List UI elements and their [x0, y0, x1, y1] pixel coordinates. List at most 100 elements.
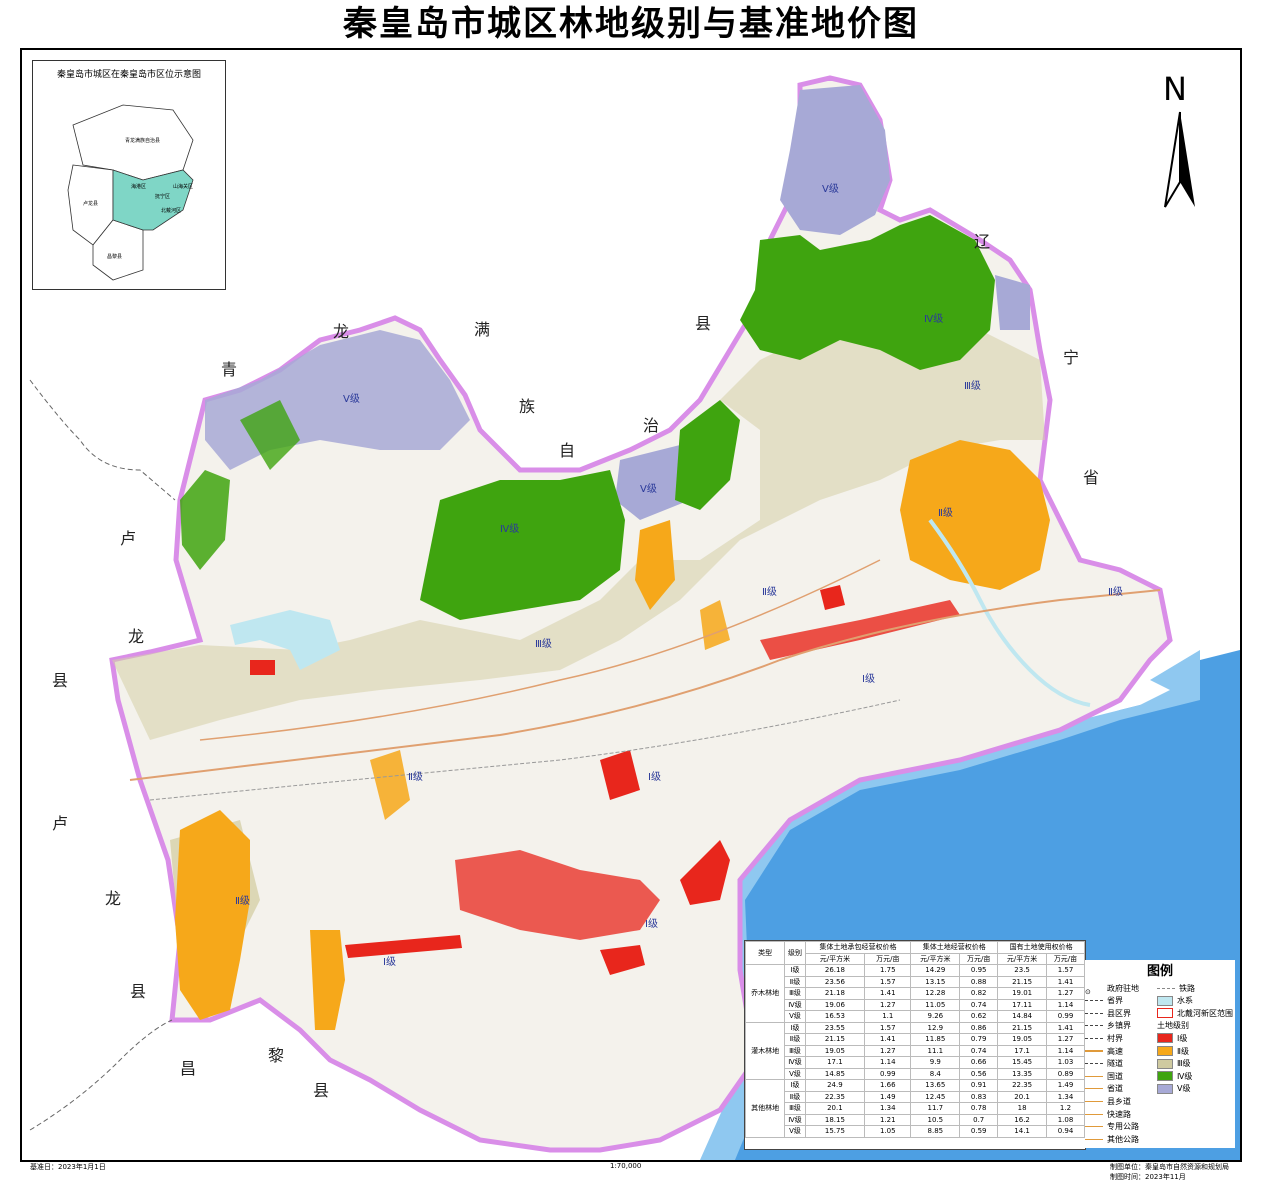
price-cell: 0.56 [959, 1067, 999, 1080]
legend-label: 乡镇界 [1107, 1021, 1131, 1031]
legend-label: Ⅲ级 [1177, 1059, 1191, 1069]
place-label: 昌 [180, 1059, 197, 1078]
grade-cell: Ⅲ级 [784, 987, 806, 1000]
place-label: 卢 [120, 529, 137, 548]
legend-label: 北戴河新区范围 [1177, 1008, 1233, 1018]
table-row: Ⅳ级 18.15 1.21 10.5 0.7 16.2 1.08 [746, 1113, 1085, 1126]
price-cell: 16.53 [804, 1010, 866, 1023]
legend-line-swatch [1085, 1088, 1103, 1090]
legend-item: 县乡道 [1085, 1095, 1131, 1107]
grade-label: Ⅰ级 [648, 772, 661, 783]
price-cell: 24.9 [804, 1079, 866, 1092]
price-cell: 1.2 [1046, 1102, 1085, 1115]
legend-swatch [1157, 1008, 1173, 1019]
price-cell: 11.85 [910, 1033, 961, 1046]
price-cell: 0.82 [959, 987, 999, 1000]
make-date: 制图时间：2023年11月 [1110, 1173, 1186, 1181]
price-cell: 13.65 [910, 1079, 961, 1092]
table-header: 国有土地使用权价格 [997, 941, 1085, 954]
price-cell: 18 [997, 1102, 1047, 1115]
price-cell: 9.26 [910, 1010, 961, 1023]
forest-type-cell: 乔木林地 [744, 964, 786, 1023]
price-cell: 19.05 [997, 1033, 1047, 1046]
legend-grade-header: 土地级别 [1157, 1021, 1189, 1031]
legend-item: 隧道 [1085, 1058, 1123, 1070]
legend-swatch [1157, 1058, 1173, 1069]
legend-label: Ⅱ级 [1177, 1046, 1189, 1056]
legend-grade-item: Ⅱ级 [1157, 1045, 1189, 1057]
price-cell: 0.66 [959, 1056, 999, 1069]
table-row: 其他林地 Ⅰ级 24.9 1.66 13.65 0.91 22.35 1.49 [744, 1079, 1085, 1138]
legend-swatch [1157, 1033, 1173, 1044]
legend-label: 省道 [1107, 1084, 1123, 1094]
inset-label: 海港区 [131, 183, 146, 190]
legend-line-swatch [1085, 1037, 1103, 1039]
table-row: Ⅱ级 21.15 1.41 11.85 0.79 19.05 1.27 [746, 1033, 1085, 1046]
legend-item: 省界 [1085, 995, 1123, 1007]
legend-grade-item: Ⅲ级 [1157, 1058, 1191, 1070]
legend: 图例 ⊙ 政府驻地 省界 县区界 乡镇界 村界 高速 隧道 国道 省道 县乡道 快速路 专用公路 其他公路… [1085, 960, 1235, 1148]
legend-line-swatch [1085, 1138, 1103, 1140]
table-row: Ⅴ级 16.53 1.1 9.26 0.62 14.84 0.99 [746, 1010, 1085, 1023]
legend-swatch [1157, 995, 1173, 1006]
legend-item: 乡镇界 [1085, 1020, 1131, 1032]
price-cell: 0.91 [959, 1079, 999, 1092]
province-boundary [29, 379, 176, 501]
place-label: 满 [474, 320, 491, 339]
grade-cell: Ⅲ级 [784, 1102, 806, 1115]
legend-label: 专用公路 [1107, 1122, 1139, 1132]
table-row: Ⅴ级 15.75 1.05 8.85 0.59 14.1 0.94 [746, 1125, 1085, 1138]
price-cell: 13.15 [910, 975, 961, 988]
price-cell: 12.9 [910, 1021, 961, 1034]
place-label: 黎 [268, 1046, 285, 1065]
table-row: Ⅲ级 19.05 1.27 11.1 0.74 17.1 1.14 [746, 1044, 1085, 1057]
price-cell: 21.15 [997, 975, 1047, 988]
price-cell: 15.45 [997, 1056, 1047, 1069]
price-cell: 14.85 [804, 1067, 866, 1080]
unit-cell: 元/平方米 [804, 952, 866, 965]
place-label: 龙 [105, 889, 122, 908]
price-cell: 1.49 [864, 1090, 912, 1103]
price-cell: 12.28 [910, 987, 961, 1000]
place-label: 宁 [1063, 348, 1080, 367]
price-cell: 19.01 [997, 987, 1047, 1000]
price-cell: 1.27 [864, 998, 912, 1011]
price-cell: 0.74 [959, 998, 999, 1011]
inset-label: 昌黎县 [107, 253, 122, 260]
price-cell: 1.14 [864, 1056, 912, 1069]
table-row: Ⅲ级 20.1 1.34 11.7 0.78 18 1.2 [746, 1102, 1085, 1115]
grade-label: Ⅳ级 [924, 314, 944, 325]
legend-label: Ⅳ级 [1177, 1071, 1193, 1081]
legend-item: 其他公路 [1085, 1133, 1139, 1145]
price-cell: 21.15 [804, 1033, 866, 1046]
grade-label: Ⅱ级 [1108, 587, 1123, 598]
table-row: Ⅲ级 21.18 1.41 12.28 0.82 19.01 1.27 [746, 987, 1085, 1000]
price-cell: 8.85 [910, 1125, 961, 1138]
legend-swatch [1157, 1071, 1173, 1082]
grade-label: Ⅰ级 [383, 957, 396, 968]
price-cell: 0.99 [1046, 1010, 1085, 1023]
legend-line-swatch [1085, 1075, 1103, 1077]
table-row: Ⅳ级 19.06 1.27 11.05 0.74 17.11 1.14 [746, 998, 1085, 1011]
price-cell: 0.99 [864, 1067, 912, 1080]
inset-map: 青龙满族自治县 卢龙县 海港区 抚宁区 山海关区 北戴河区 昌黎县 [67, 104, 194, 281]
price-cell: 13.35 [997, 1067, 1047, 1080]
inset-label: 北戴河区 [161, 207, 181, 214]
price-cell: 26.18 [804, 964, 866, 977]
legend-label: 县乡道 [1107, 1096, 1131, 1106]
price-cell: 19.05 [804, 1044, 866, 1057]
place-label: 龙 [128, 627, 145, 646]
price-cell: 8.4 [910, 1067, 961, 1080]
price-cell: 1.57 [864, 975, 912, 988]
inset-city-area [112, 169, 194, 231]
table-row: Ⅱ级 22.35 1.49 12.45 0.83 20.1 1.34 [746, 1090, 1085, 1103]
location-inset: 秦皇岛市城区在秦皇岛市区位示意图 青龙满族自治县 卢龙县 海港区 抚宁区 山海关… [32, 60, 226, 290]
place-label: 县 [130, 982, 147, 1001]
place-label: 龙 [333, 322, 350, 341]
price-cell: 20.1 [997, 1090, 1047, 1103]
legend-line-swatch [1085, 1063, 1103, 1065]
price-cell: 14.29 [910, 964, 961, 977]
legend-line-swatch [1085, 1025, 1103, 1027]
price-cell: 14.84 [997, 1010, 1047, 1023]
legend-grade-item: Ⅳ级 [1157, 1070, 1192, 1082]
